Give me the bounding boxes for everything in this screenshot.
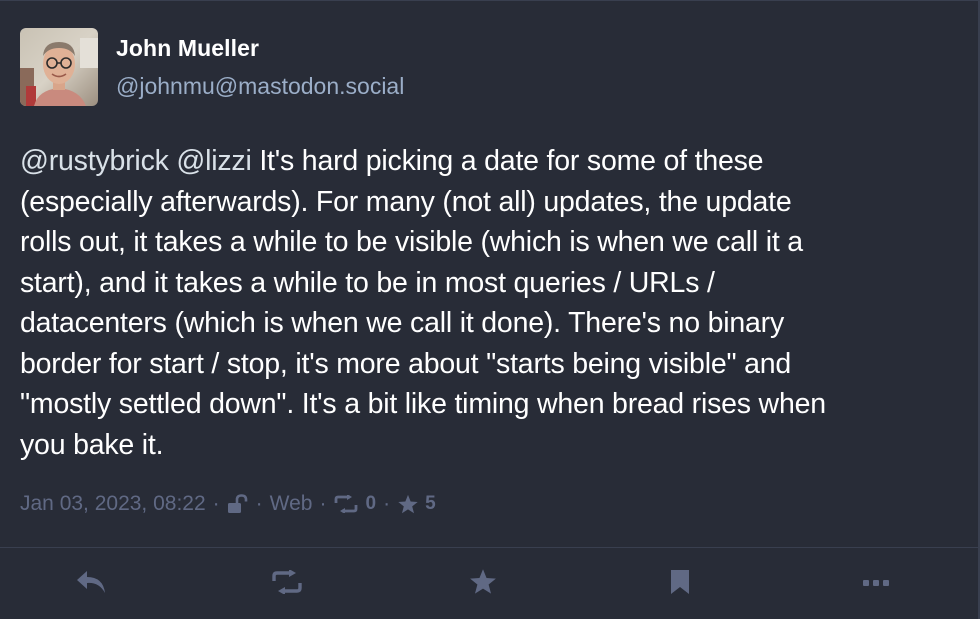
separator: · [383, 492, 391, 515]
avatar-image [20, 28, 98, 106]
avatar[interactable] [20, 28, 98, 106]
retweet-icon [333, 495, 359, 513]
unlock-icon [227, 494, 249, 514]
timestamp-link[interactable]: Jan 03, 2023, 08:22 [20, 492, 206, 516]
boost-button[interactable] [270, 568, 304, 600]
mention-link[interactable]: @rustybrick [20, 145, 169, 177]
action-bar [0, 548, 978, 619]
separator: · [212, 492, 220, 515]
content-line: "mostly settled down". It's a bit like t… [20, 388, 826, 420]
separator: · [255, 492, 263, 515]
reply-icon [75, 569, 107, 600]
content-line: @rustybrick @lizzi It's hard picking a d… [20, 141, 955, 182]
status-card: John Mueller @johnmu@mastodon.social @ru… [0, 0, 980, 619]
content-line: rolls out, it takes a while to be visibl… [20, 226, 803, 258]
status-meta: Jan 03, 2023, 08:22 · · Web · 0 · 5 [20, 489, 436, 519]
ellipsis-icon [862, 575, 890, 593]
more-button[interactable] [859, 568, 893, 600]
content-line: you bake it. [20, 428, 164, 461]
mention-link[interactable]: @lizzi [176, 145, 251, 177]
reply-button[interactable] [74, 568, 108, 600]
content-line: start), and it takes a while to be in mo… [20, 266, 715, 299]
top-divider [0, 0, 980, 1]
account-handle[interactable]: @johnmu@mastodon.social [116, 73, 404, 100]
display-name[interactable]: John Mueller [116, 35, 259, 62]
content-line: border for start / stop, it's more about… [20, 347, 792, 380]
star-icon [468, 568, 498, 601]
separator: · [319, 492, 327, 515]
boost-count: 0 [365, 493, 377, 514]
bookmark-button[interactable] [663, 568, 697, 600]
favourite-button[interactable] [466, 568, 500, 600]
star-icon [397, 494, 419, 515]
content-text: It's hard picking a date for some of the… [251, 145, 764, 177]
status-content: @rustybrick @lizzi It's hard picking a d… [20, 141, 955, 465]
retweet-icon [270, 568, 304, 599]
content-line: (especially afterwards). For many (not a… [20, 185, 792, 218]
favourite-count: 5 [425, 493, 436, 514]
bookmark-icon [669, 568, 691, 601]
content-line: datacenters (which is when we call it do… [20, 307, 784, 339]
application-link[interactable]: Web [270, 492, 313, 516]
